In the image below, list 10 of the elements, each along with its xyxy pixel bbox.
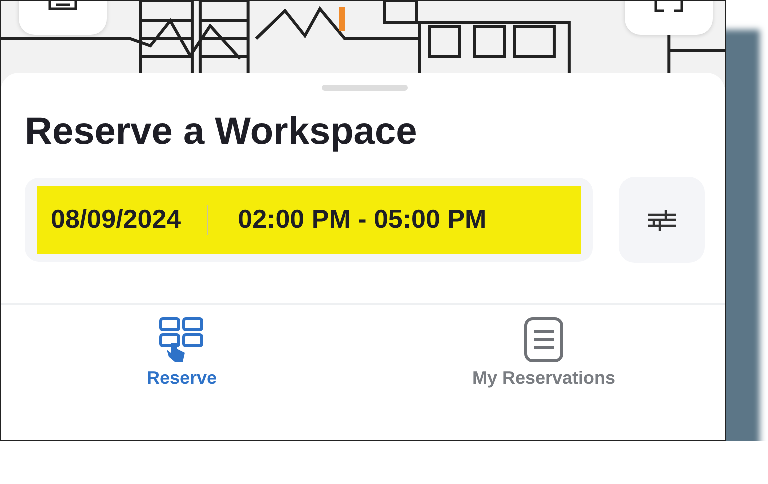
- filter-button[interactable]: [619, 176, 705, 263]
- date-time-field[interactable]: 08/09/2024 02:00 PM - 05:00 PM: [25, 178, 593, 262]
- tab[interactable]: Reserve: [1, 304, 363, 392]
- drag-handle[interactable]: [322, 85, 408, 91]
- grid-tap-icon: [159, 316, 205, 363]
- time-range-text: 02:00 PM - 05:00 PM: [238, 203, 487, 236]
- document-list-icon: [524, 316, 564, 363]
- tab[interactable]: My Reservations: [363, 304, 725, 392]
- date-text: 08/09/2024: [51, 203, 182, 236]
- sheet-title: Reserve a Workspace: [25, 111, 418, 155]
